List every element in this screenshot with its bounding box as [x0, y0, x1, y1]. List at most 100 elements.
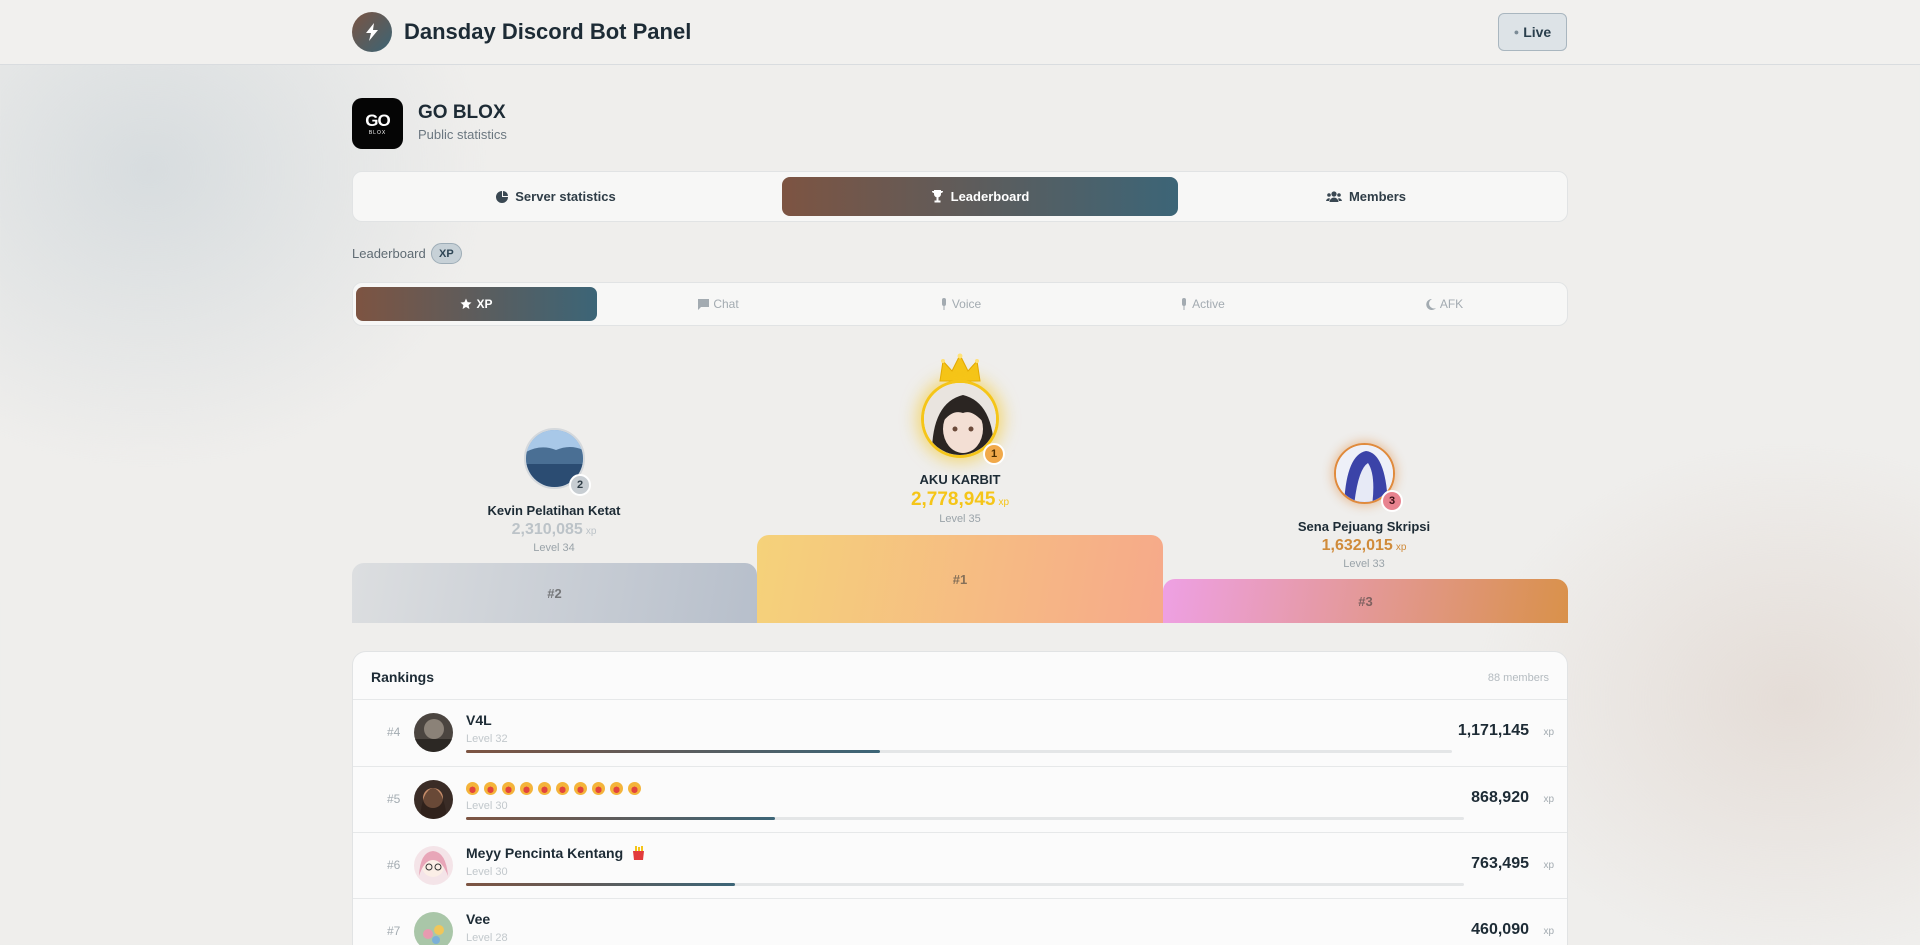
live-button[interactable]: ● Live: [1498, 13, 1567, 51]
microphone-icon: [941, 298, 946, 310]
xp-unit: xp: [585, 526, 597, 537]
server-logo-text: GO: [365, 111, 390, 130]
tab-label: Members: [1348, 189, 1407, 204]
emoji-icon: [466, 781, 479, 795]
server-name: GO BLOX: [418, 102, 506, 123]
ranking-row[interactable]: #7 Vee Level 28 460,090 xp: [353, 898, 1567, 945]
member-level: Level 32: [466, 733, 508, 745]
emoji-icon: [484, 781, 497, 795]
trophy-icon: [931, 190, 943, 203]
podium-block-third: #3: [1163, 579, 1568, 623]
podium-name: Kevin Pelatihan Ketat: [487, 503, 621, 518]
xp-unit: xp: [1543, 926, 1554, 937]
star-icon: [460, 298, 472, 309]
avatar: [414, 713, 453, 752]
xp-unit: xp: [1543, 794, 1554, 805]
podium-xp: 2,778,945 xp: [810, 489, 1110, 511]
server-avatar: GO BLOX: [352, 98, 403, 149]
server-subtitle: Public statistics: [418, 127, 507, 142]
podium-level: Level 34: [533, 542, 575, 554]
progress-bar: [466, 750, 1452, 753]
leaderboard-label: Leaderboard: [352, 246, 426, 261]
emoji-icon: [592, 781, 605, 795]
emoji-icon: [610, 781, 623, 795]
users-icon: [1325, 190, 1342, 202]
main-tabs: Server statistics Leaderboard Members: [352, 171, 1568, 222]
tab-afk[interactable]: AFK: [1324, 287, 1565, 321]
tab-voice[interactable]: Voice: [840, 287, 1081, 321]
tab-label: Leaderboard: [950, 189, 1030, 204]
tab-label: AFK: [1439, 297, 1464, 311]
avatar: [414, 912, 453, 945]
xp-value: 763,495: [1471, 855, 1529, 872]
progress-fill: [466, 817, 776, 820]
emoji-icon: [574, 781, 587, 795]
xp-unit: xp: [1543, 727, 1554, 738]
xp-value: 2,310,085: [511, 521, 583, 538]
app-title: Dansday Discord Bot Panel: [404, 19, 692, 44]
ranking-row[interactable]: #6 Meyy Pencinta Kentang Level 30 763,49…: [353, 832, 1567, 898]
tab-server-statistics[interactable]: Server statistics: [358, 177, 754, 216]
avatar: [414, 780, 453, 819]
tab-label: Active: [1192, 297, 1225, 311]
tab-leaderboard[interactable]: Leaderboard: [782, 177, 1178, 216]
tab-chat[interactable]: Chat: [598, 287, 839, 321]
live-label: Live: [1523, 24, 1552, 40]
member-name: V4L: [466, 712, 492, 728]
live-dot-icon: ●: [1513, 27, 1520, 37]
member-level: Level 30: [466, 866, 508, 878]
member-name: Vee: [466, 911, 491, 927]
podium-level: Level 35: [939, 513, 981, 525]
emoji-icon: [628, 781, 641, 795]
podium-level: Level 33: [1343, 558, 1385, 570]
tab-label: Voice: [951, 297, 982, 311]
ranking-row[interactable]: #4 V4L Level 32 1,171,145 xp: [353, 699, 1567, 765]
fries-icon: [633, 846, 645, 860]
xp-unit: xp: [998, 497, 1010, 508]
bolt-icon: [352, 12, 392, 52]
progress-bar: [466, 817, 1464, 820]
xp-value: 2,778,945: [910, 489, 996, 510]
tab-label: Server statistics: [515, 189, 616, 204]
xp-unit: xp: [1395, 542, 1407, 553]
progress-bar: [466, 883, 1464, 886]
chat-icon: [698, 298, 710, 310]
crown-icon: [939, 353, 981, 382]
leaderboard-type-badge: XP: [431, 243, 462, 264]
emoji-icon: [502, 781, 515, 795]
emoji-icon: [520, 781, 533, 795]
rank-position: #5: [387, 792, 401, 806]
podium-name: AKU KARBIT: [919, 472, 1001, 487]
member-level: Level 28: [466, 932, 508, 944]
rank-position: #6: [387, 858, 401, 872]
rank-badge: 2: [569, 474, 591, 496]
tab-label: XP: [476, 297, 493, 311]
rank-position: #7: [387, 924, 401, 938]
tab-label: Chat: [713, 297, 739, 311]
tab-xp[interactable]: XP: [356, 287, 597, 321]
member-level: Level 30: [466, 800, 508, 812]
ranking-row[interactable]: #5 Level 30 868,920 xp: [353, 766, 1567, 832]
chart-pie-icon: [496, 190, 509, 203]
podium-xp: 2,310,085 xp: [404, 521, 704, 539]
member-name-group: Meyy Pencinta Kentang: [466, 845, 645, 861]
progress-fill: [466, 750, 881, 753]
rankings-panel: Rankings 88 members #4 V4L Level 32 1,17…: [352, 651, 1568, 945]
podium-name: Sena Pejuang Skripsi: [1297, 519, 1431, 534]
xp-unit: xp: [1543, 860, 1554, 871]
top-bar: Dansday Discord Bot Panel ● Live: [0, 0, 1920, 65]
tab-members[interactable]: Members: [1168, 177, 1564, 216]
rankings-title: Rankings: [371, 669, 435, 685]
server-logo-subtext: BLOX: [368, 130, 387, 136]
podium-xp: 1,632,015 xp: [1214, 537, 1514, 555]
member-count: 88 members: [1487, 672, 1549, 684]
rank-position: #4: [387, 725, 401, 739]
member-name-emoji: [466, 779, 646, 795]
emoji-icon: [556, 781, 569, 795]
podium-block-first: #1: [757, 535, 1163, 623]
microphone-icon: [1182, 298, 1187, 310]
xp-value: 1,171,145: [1457, 722, 1529, 739]
tab-active[interactable]: Active: [1082, 287, 1323, 321]
rank-badge: 1: [983, 443, 1005, 465]
moon-icon: [1426, 298, 1436, 310]
